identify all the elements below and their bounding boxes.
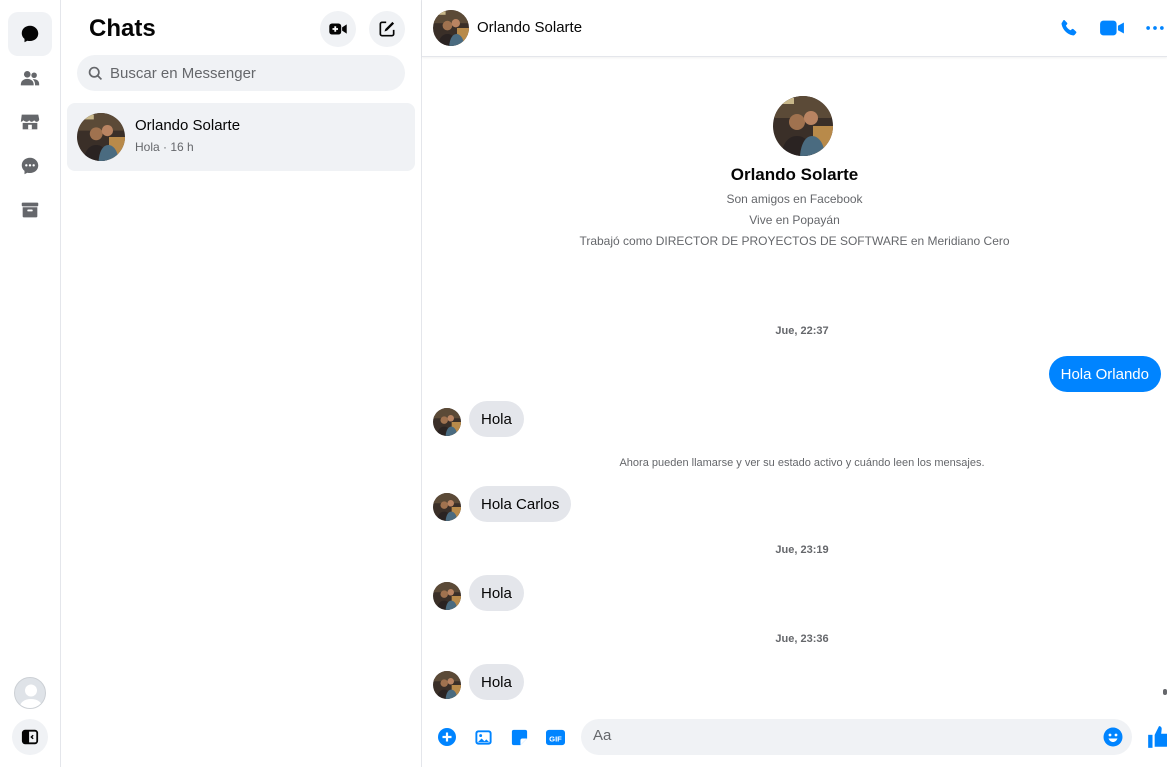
scroll-indicator[interactable] xyxy=(1163,689,1167,695)
emoji-icon[interactable] xyxy=(1102,726,1124,748)
profile-info-location: Vive en Popayán xyxy=(749,213,840,227)
new-video-room-icon[interactable] xyxy=(320,11,356,47)
marketplace-icon[interactable] xyxy=(8,100,52,144)
search-input[interactable] xyxy=(110,64,390,82)
message-composer[interactable] xyxy=(581,719,1132,755)
new-message-icon[interactable] xyxy=(369,11,405,47)
sticker-icon[interactable] xyxy=(508,726,530,748)
add-icon[interactable] xyxy=(436,726,458,748)
message-avatar[interactable] xyxy=(433,671,461,699)
conversation-name: Orlando Solarte xyxy=(135,117,241,134)
incoming-message[interactable]: Hola xyxy=(469,401,524,437)
more-options-icon[interactable] xyxy=(1142,15,1167,41)
profile-avatar[interactable] xyxy=(773,96,833,156)
profile-avatar-icon[interactable] xyxy=(14,677,46,709)
left-rail xyxy=(0,0,61,767)
system-notice: Ahora pueden llamarse y ver su estado ac… xyxy=(619,457,985,469)
profile-name: Orlando Solarte xyxy=(730,165,859,184)
search-bar[interactable] xyxy=(77,55,405,91)
video-call-icon[interactable] xyxy=(1099,15,1125,41)
incoming-message[interactable]: Hola xyxy=(469,575,524,611)
toggle-sidebar-icon[interactable] xyxy=(12,719,48,755)
message-timestamp: Jue, 23:19 xyxy=(775,544,829,556)
image-icon[interactable] xyxy=(472,726,494,748)
incoming-message[interactable]: Hola Carlos xyxy=(469,486,572,522)
outgoing-message[interactable]: Hola Orlando xyxy=(1048,356,1161,392)
conversation-pane: Orlando Solarte Orlando Solarte Son amig… xyxy=(422,0,1167,767)
message-input[interactable] xyxy=(593,727,1093,744)
people-icon[interactable] xyxy=(8,56,52,100)
profile-info-work: Trabajó como DIRECTOR DE PROYECTOS DE SO… xyxy=(579,234,1010,248)
message-avatar[interactable] xyxy=(433,493,461,521)
conversation-item[interactable]: Orlando Solarte Hola · 16 h xyxy=(67,103,415,171)
conversation-preview: Hola · 16 h xyxy=(135,140,194,154)
contact-avatar xyxy=(77,113,125,161)
header-contact-name[interactable]: Orlando Solarte xyxy=(477,19,582,36)
chat-list-panel: Chats Orl xyxy=(61,0,422,767)
profile-info-friends: Son amigos en Facebook xyxy=(726,192,863,206)
message-timestamp: Jue, 22:37 xyxy=(775,325,829,337)
phone-icon[interactable] xyxy=(1056,15,1082,41)
gif-label: GIF xyxy=(549,734,562,743)
header-avatar[interactable] xyxy=(433,10,469,46)
like-icon[interactable] xyxy=(1146,724,1167,750)
message-timestamp: Jue, 23:36 xyxy=(775,633,829,645)
gif-icon[interactable]: GIF xyxy=(544,726,566,748)
messenger-app: Chats Orl xyxy=(0,0,1167,767)
message-avatar[interactable] xyxy=(433,582,461,610)
chats-icon[interactable] xyxy=(8,12,52,56)
requests-icon[interactable] xyxy=(8,144,52,188)
conversation-header: Orlando Solarte xyxy=(422,0,1167,57)
archive-icon[interactable] xyxy=(8,188,52,232)
incoming-message[interactable]: Hola xyxy=(469,664,524,700)
search-icon xyxy=(88,66,103,80)
message-avatar[interactable] xyxy=(433,408,461,436)
chats-title: Chats xyxy=(89,15,156,42)
